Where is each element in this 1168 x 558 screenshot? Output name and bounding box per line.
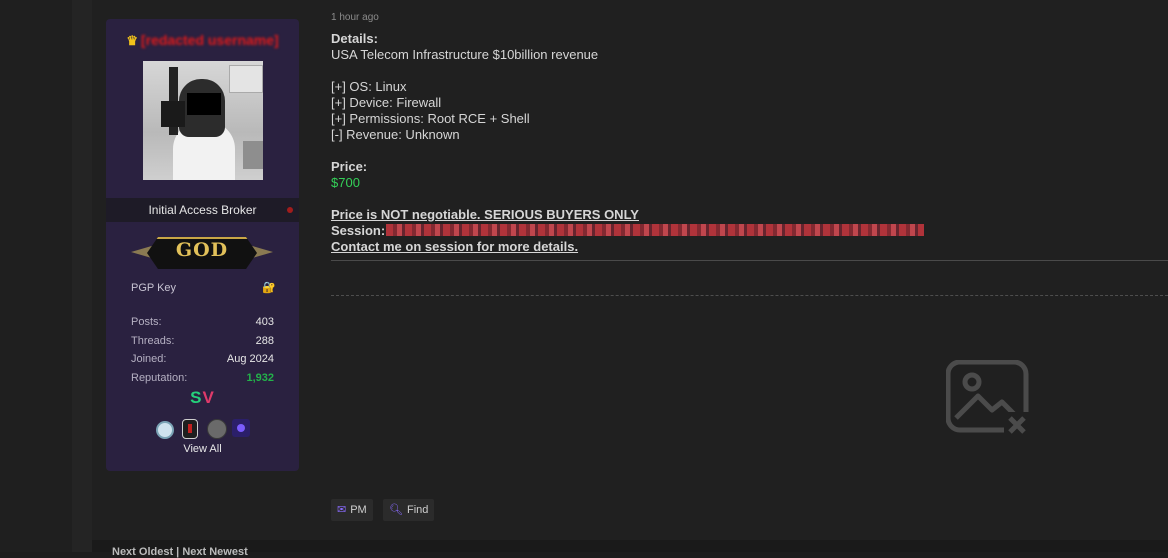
contact-line: Contact me on session for more details.: [331, 239, 579, 254]
signature-divider: [331, 260, 1168, 261]
username[interactable]: [redacted username]: [141, 32, 279, 48]
group-badge: GOD: [131, 235, 273, 269]
session-line: Session:: [331, 223, 1151, 239]
rank-title-text: Initial Access Broker: [148, 203, 257, 217]
price-label: Price:: [331, 159, 368, 174]
stat-value[interactable]: 403: [256, 316, 274, 328]
find-button-label: Find: [406, 504, 429, 516]
pm-button-label: PM: [350, 504, 367, 516]
post-body: Details: USA Telecom Infrastructure $10b…: [331, 31, 1151, 255]
gutter-divider: [72, 0, 92, 552]
session-label: Session:: [331, 223, 386, 238]
lock-icon[interactable]: 🔐: [262, 281, 276, 294]
avatar[interactable]: [143, 61, 263, 180]
post-timestamp[interactable]: 1 hour ago: [331, 12, 379, 23]
awards-row: [154, 419, 254, 441]
sv-badge-v: V: [202, 388, 215, 407]
group-badge-text: GOD: [175, 239, 229, 261]
price-notice: Price is NOT negotiable. SERIOUS BUYERS …: [331, 207, 639, 222]
redacted-session-id: [386, 224, 925, 236]
stat-threads: Threads: 288: [131, 335, 274, 354]
thread-footer-strip: [92, 540, 1168, 552]
stat-label: Posts:: [131, 316, 162, 328]
spec-line: [-] Revenue: Unknown: [331, 127, 460, 142]
pgp-key-label: PGP Key: [131, 282, 177, 294]
attachment-divider: [331, 295, 1168, 296]
view-all-awards-link[interactable]: View All: [106, 443, 299, 455]
pm-button[interactable]: ✉ PM: [331, 499, 373, 521]
sv-badge-s: S: [190, 388, 203, 407]
award-icon[interactable]: [207, 419, 227, 439]
stat-posts: Posts: 403: [131, 316, 274, 335]
offline-status-dot: [287, 207, 293, 213]
stat-value: Aug 2024: [226, 353, 274, 365]
stat-label: Threads:: [131, 334, 175, 347]
left-gutter: [0, 0, 72, 552]
username-row[interactable]: ♛ [redacted username]: [106, 32, 299, 49]
reputation-value[interactable]: 1,932: [246, 372, 274, 384]
spec-line: [+] Device: Firewall: [331, 95, 442, 110]
spec-line: [+] Permissions: Root RCE + Shell: [331, 111, 530, 126]
stat-joined: Joined: Aug 2024: [131, 353, 274, 372]
avatar-gun-body: [161, 101, 185, 127]
award-icon[interactable]: [232, 419, 250, 437]
details-title: USA Telecom Infrastructure $10billion re…: [331, 47, 599, 62]
find-button[interactable]: 🔍︎ Find: [383, 499, 435, 521]
broken-image-icon: [946, 360, 1030, 438]
user-stats: Posts: 403 Threads: 288 Joined: Aug 2024…: [131, 316, 274, 390]
stat-value[interactable]: 288: [256, 335, 274, 347]
stat-label: Joined:: [131, 353, 167, 365]
details-heading: Details:: [331, 31, 378, 46]
search-icon: 🔍︎: [389, 504, 403, 516]
price-value: $700: [331, 175, 360, 190]
award-icon[interactable]: [182, 419, 198, 439]
user-card: ♛ [redacted username] Initial Access Brok…: [106, 19, 299, 471]
spec-line: [+] OS: Linux: [331, 79, 407, 94]
sv-badge: SV: [106, 388, 299, 408]
crown-icon: ♛: [126, 33, 138, 48]
avatar-background-appliance: [243, 141, 263, 169]
award-icon[interactable]: [156, 421, 174, 439]
stat-label: Reputation:: [131, 371, 188, 384]
pgp-key-row[interactable]: PGP Key 🔐: [131, 282, 276, 294]
avatar-redaction-bar: [187, 93, 221, 115]
thread-nav-links[interactable]: Next Oldest | Next Newest: [112, 546, 248, 558]
user-rank-title: Initial Access Broker: [106, 198, 299, 222]
avatar-background-cabinet: [229, 65, 263, 93]
mail-icon: ✉: [337, 504, 347, 516]
